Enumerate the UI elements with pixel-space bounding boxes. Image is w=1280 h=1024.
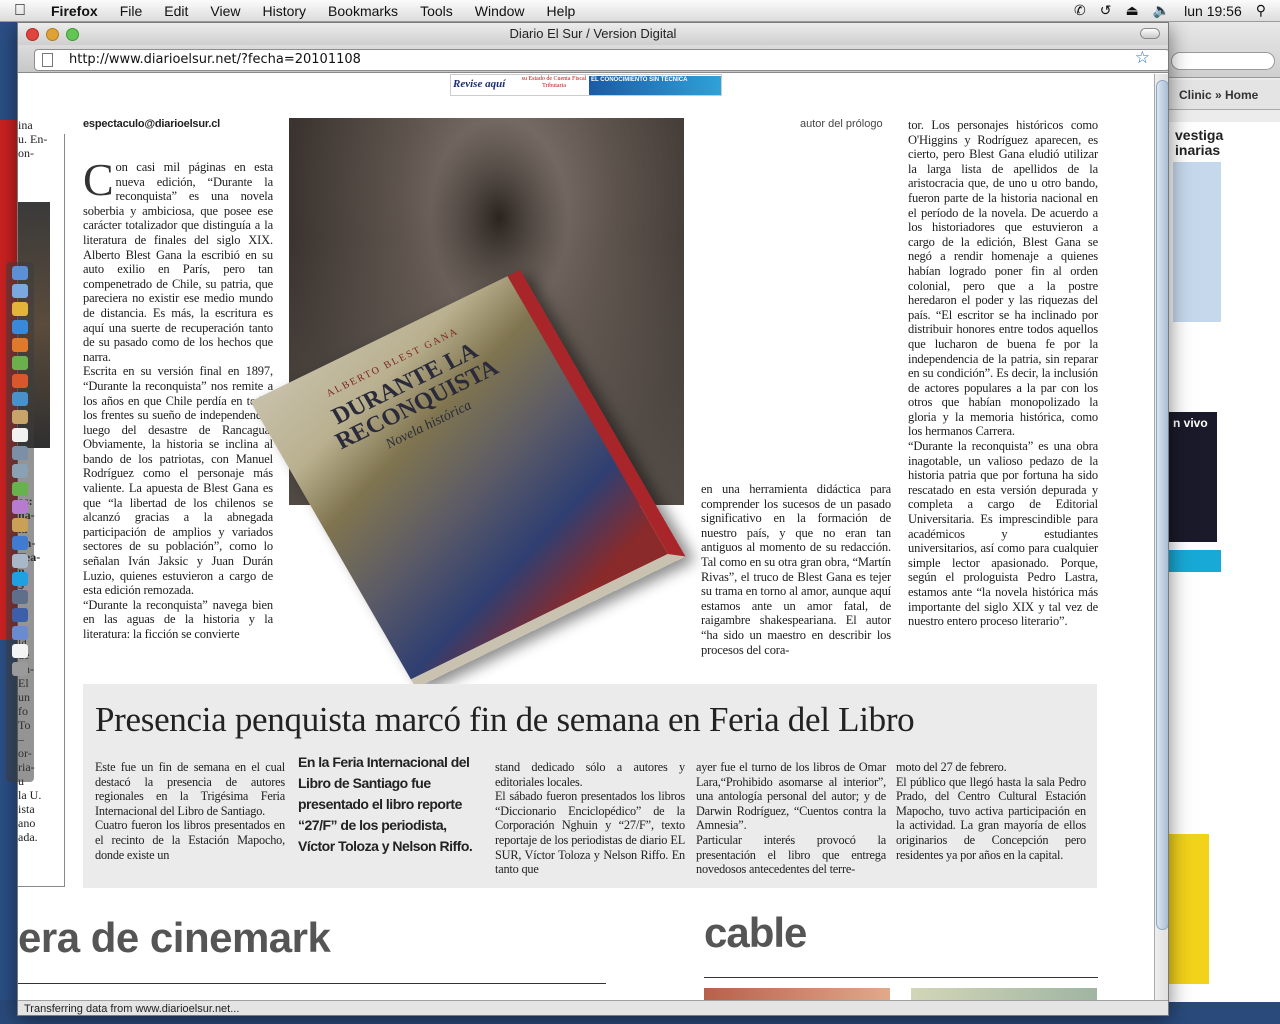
app-dock-icon-15[interactable] [12,518,28,532]
feature-pull-quote: En la Feria Internacional del Libro de S… [298,754,473,854]
spotlight-search-icon[interactable]: ⚲ [1256,2,1266,19]
section-heading-cinemark: era de cinemark [18,914,331,961]
app-menu-firefox[interactable]: Firefox [40,3,109,19]
background-headline: vestiga inarias [1175,127,1224,158]
skype-dock-icon[interactable] [12,572,28,586]
article-column-1-text: on casi mil páginas en esta nueva edició… [83,160,273,641]
url-field[interactable]: http://www.diarioelsur.net/?fecha=201011… [34,49,1168,71]
feature-column-4: ayer fue el turno de los libros de Omar … [696,760,886,877]
firefox-window: Diario El Sur / Version Digital http://w… [17,22,1169,1016]
ad-lead-text: Revise aquí [453,78,506,90]
menu-help[interactable]: Help [536,3,587,19]
article-email: espectaculo@diarioelsur.cl [83,118,220,130]
document-dock-icon[interactable] [12,644,28,658]
menu-bookmarks[interactable]: Bookmarks [317,3,409,19]
finder-dock-icon[interactable] [12,266,28,280]
left-column-rule [64,134,65,886]
drop-cap: C [83,154,114,205]
cable-image-1 [704,988,890,1000]
feature-box: Presencia penquista marcó fin de semana … [83,684,1097,888]
background-newspaper-page: vestiga inarias n vivo [1169,122,1280,1002]
menu-edit[interactable]: Edit [153,3,199,19]
app-dock-icon-14[interactable] [12,500,28,514]
clock[interactable]: lun 19:56 [1184,3,1242,19]
article-column-1: Con casi mil páginas en esta nueva edici… [83,154,273,642]
scrollbar-thumb[interactable] [1156,80,1168,930]
toolbar-toggle-button[interactable] [1140,28,1160,39]
app-dock-icon-21[interactable] [12,626,28,640]
app-dock-icon-6[interactable] [12,356,28,370]
menu-view[interactable]: View [199,3,251,19]
background-bookmark-clinic[interactable]: Clinic » Home [1169,80,1280,110]
safari-dock-icon[interactable] [12,320,28,334]
dock [6,262,34,782]
app-dock-icon-9[interactable] [12,410,28,424]
feature-column-1: Este fue un fin de semana en el cual des… [95,760,285,862]
app-dock-icon-16[interactable] [12,536,28,550]
ad-box-text: EL CONOCIMIENTO SIN TÉCNICA [589,76,721,95]
firefox-dock-icon[interactable] [12,338,28,352]
close-window-button[interactable] [26,28,39,41]
volume-icon[interactable]: 🔈 [1153,2,1170,19]
left-column-bottom-rule [18,886,65,887]
background-blue-panel [1173,162,1221,322]
mail-dock-icon[interactable] [12,284,28,298]
trash-dock-icon[interactable] [12,662,28,676]
background-cyan-bar [1169,550,1221,572]
background-vivo-image: n vivo [1169,412,1217,542]
phone-icon[interactable]: ✆ [1074,2,1086,19]
status-bar: Transferring data from www.diarioelsur.n… [18,1000,1168,1015]
app-dock-icon-12[interactable] [12,464,28,478]
menu-bar:  Firefox File Edit View History Bookmar… [0,0,1280,22]
time-machine-icon[interactable]: ↺ [1100,2,1112,19]
photo-caption: autor del prólogo [800,118,883,130]
page-icon [42,53,53,67]
menu-history[interactable]: History [251,3,317,19]
menu-window[interactable]: Window [464,3,536,19]
ad-sub-text: su Estado de Cuenta Fiscal Tributaria [521,76,587,89]
navigation-toolbar: http://www.diarioelsur.net/?fecha=201011… [18,45,1168,73]
background-window-url-field[interactable] [1171,52,1275,70]
feature-column-3: stand dedicado sólo a autores y editoria… [495,760,685,877]
feature-title: Presencia penquista marcó fin de semana … [95,700,915,739]
bookmark-star-icon[interactable]: ☆ [1135,48,1150,68]
vertical-scrollbar[interactable] [1154,74,1168,1000]
menu-file[interactable]: File [109,3,154,19]
window-title: Diario El Sur / Version Digital [509,26,677,41]
section-rule-cable [704,977,1098,978]
background-browser-window[interactable]: Clinic » Home vestiga inarias n vivo [1168,22,1280,1002]
section-rule-cinemark [18,983,606,984]
menu-extras: ✆ ↺ ⏏ 🔈 lun 19:56 ⚲ [1074,2,1280,19]
app-dock-icon-20[interactable] [12,608,28,622]
app-dock-icon-8[interactable] [12,392,28,406]
zoom-window-button[interactable] [66,28,79,41]
calendar-dock-icon[interactable] [12,428,28,442]
minimize-window-button[interactable] [46,28,59,41]
app-dock-icon-19[interactable] [12,590,28,604]
article-column-3: en una herramienta didáctica para compre… [701,482,891,657]
section-heading-cable: cable [704,909,807,956]
cable-image-2 [911,988,1097,1000]
app-dock-icon-7[interactable] [12,374,28,388]
apple-menu-icon[interactable]:  [0,2,40,20]
background-yellow-ad [1169,834,1209,984]
app-dock-icon-13[interactable] [12,482,28,496]
feature-column-5: moto del 27 de febrero. El público que l… [896,760,1086,862]
chrome-dock-icon[interactable] [12,302,28,316]
app-dock-icon-11[interactable] [12,446,28,460]
ad-banner[interactable]: Revise aquí su Estado de Cuenta Fiscal T… [450,74,722,96]
page-viewport[interactable]: Revise aquí su Estado de Cuenta Fiscal T… [18,74,1154,1000]
left-column-fragment-top: ina u. En- on- [18,118,48,160]
article-column-4: tor. Los personajes históricos como O'Hi… [908,118,1098,629]
menu-tools[interactable]: Tools [409,3,464,19]
app-dock-icon-17[interactable] [12,554,28,568]
title-bar[interactable]: Diario El Sur / Version Digital [18,23,1168,45]
eject-icon[interactable]: ⏏ [1125,2,1138,19]
